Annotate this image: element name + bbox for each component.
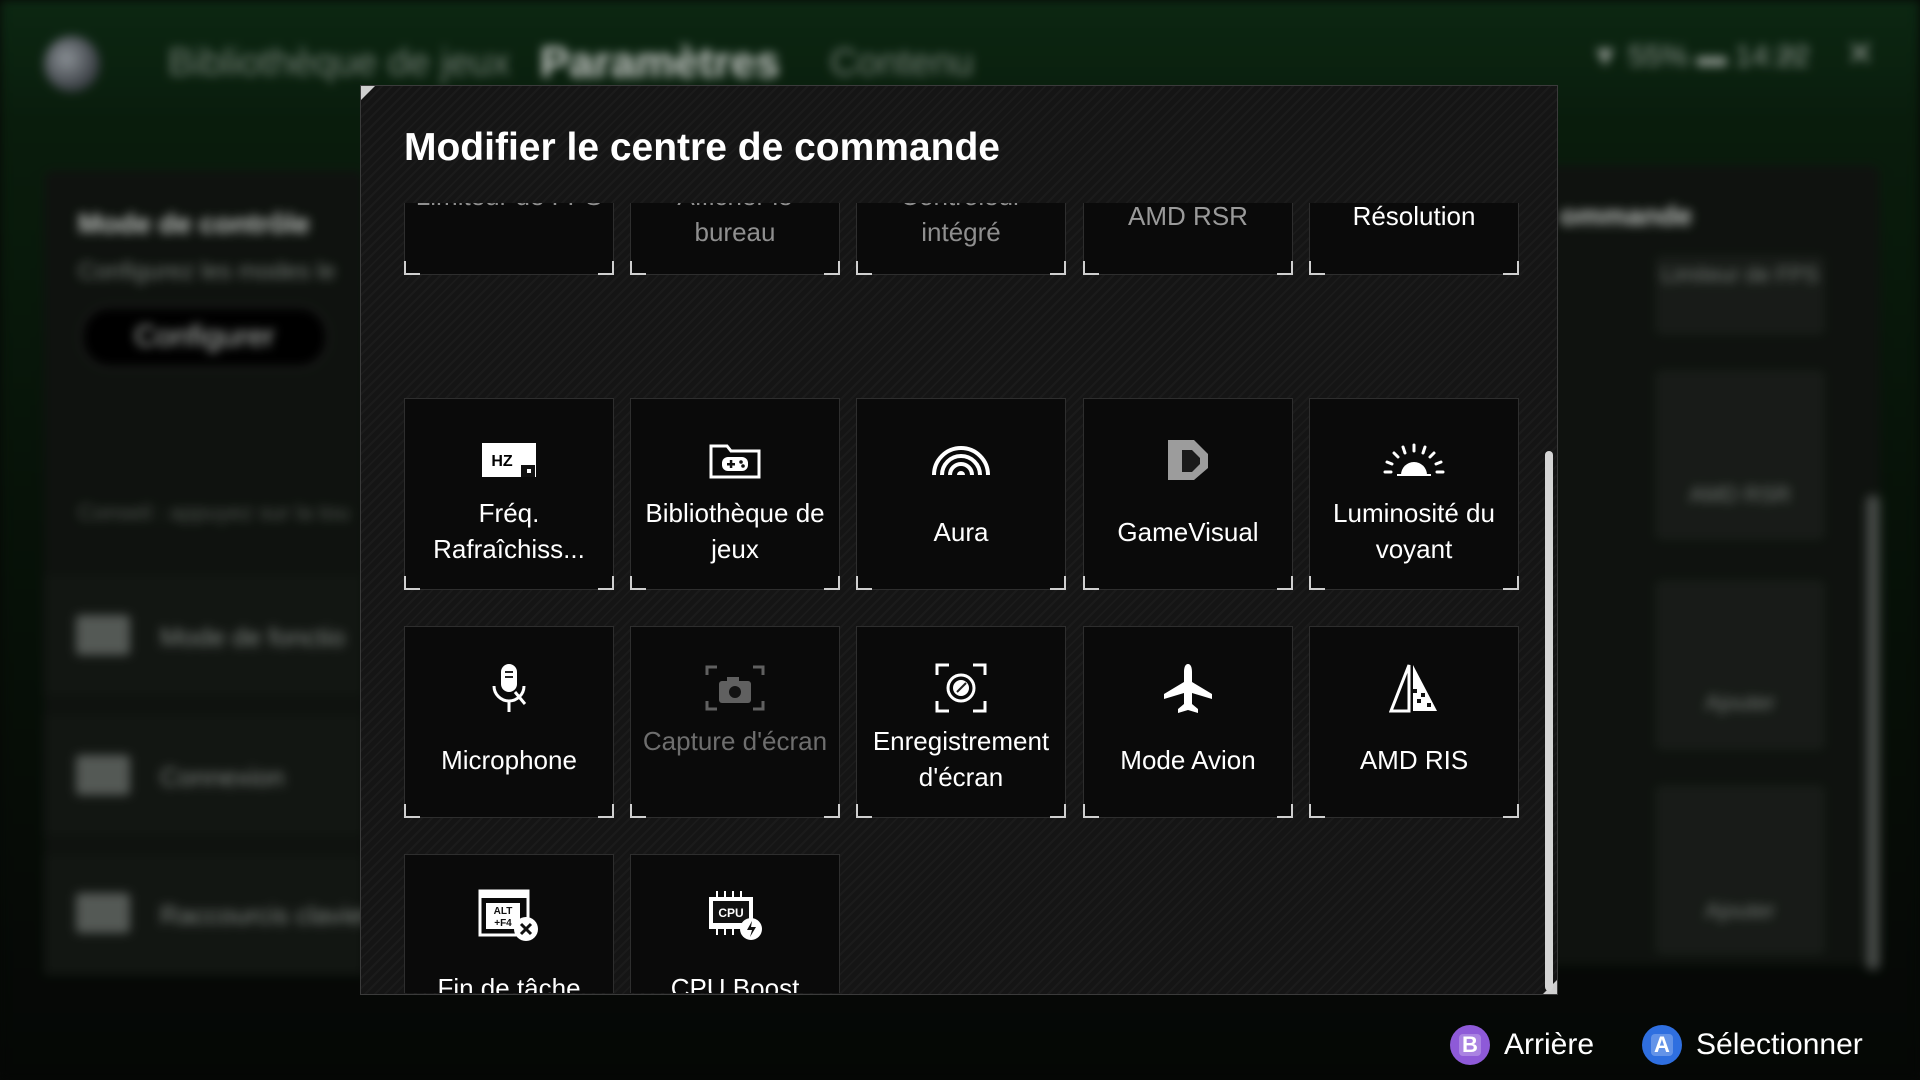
nav-content: Contenu [830,42,974,84]
edit-command-center-dialog: Modifier le centre de commande Limiteur … [360,85,1558,995]
b-button-icon: B [1450,1025,1490,1065]
tile-label: Contrôleur intégré [900,203,1021,247]
airplane-icon [1084,663,1292,713]
tile-label: Aura [933,517,989,547]
tile-airplane-mode[interactable]: Mode Avion [1083,626,1293,818]
amd-ris-icon [1310,663,1518,713]
screen-record-icon [857,663,1065,713]
right-card [1655,370,1825,540]
wifi-icon: ▼ [1590,40,1620,73]
gamevisual-icon [1084,435,1292,485]
tile-cpu-boost[interactable]: CPU CPU Boost [630,854,840,993]
dialog-scrollbar[interactable] [1545,451,1553,991]
tile-amd-ris[interactable]: AMD RIS [1309,626,1519,818]
left-row-label: Mode de fonctio [160,622,346,652]
configure-button: Configurer [80,305,329,369]
tile-label: Fréq. Rafraîchiss... [433,498,585,564]
back-label: Arrière [1504,1028,1595,1061]
svg-text:HZ: HZ [491,453,513,470]
dialog-corner-accent [361,86,375,100]
connection-icon [76,755,130,795]
keyboard-icon [76,893,130,933]
right-card-label: AMD RSR [1689,482,1791,507]
screenshot-icon [631,663,839,713]
light-brightness-icon [1310,435,1518,485]
tile-grid[interactable]: Limiteur de FPS Afficher le bureau Contr… [404,203,1529,993]
tile-label: Afficher le bureau [677,203,792,247]
aura-icon [857,435,1065,485]
right-card-label: Ajouter [1705,690,1775,715]
tile-label: AMD RIS [1359,745,1469,775]
tile-label: Limiteur de FPS [409,203,609,214]
minimize-icon: – [1780,34,1799,72]
svg-text:+F4: +F4 [494,918,512,929]
tile-gamevisual[interactable]: GameVisual [1083,398,1293,590]
tile-screen-record[interactable]: Enregistrement d'écran [856,626,1066,818]
nav-game-library: Bibliothèque de jeux [168,42,511,84]
tile-light-brightness[interactable]: Luminosité du voyant [1309,398,1519,590]
tile-resolution[interactable]: Résolution [1309,203,1519,275]
tile-label: Bibliothèque de jeux [645,498,825,564]
left-panel-subtitle: Configurez les modes le [78,258,336,285]
cpu-boost-icon: CPU [631,891,839,941]
tile-amd-rsr[interactable]: AMD RSR [1083,203,1293,275]
tile-screenshot[interactable]: Capture d'écran [630,626,840,818]
right-panel-title: ommande [1560,200,1693,231]
tile-integrated-controller[interactable]: Contrôleur intégré [856,203,1066,275]
tile-label: GameVisual [1117,517,1259,547]
a-key-glyph: A [1651,1034,1673,1056]
left-panel [44,170,364,970]
left-panel-hint: Conseil : appuyez sur la tou [78,500,350,525]
right-card-label: Ajouter [1705,898,1775,923]
mode-icon [76,615,130,655]
b-key-glyph: B [1459,1034,1481,1056]
select-button[interactable]: A Sélectionner [1642,1023,1863,1067]
nav-settings: Paramètres [540,38,780,87]
battery-percent: 55% [1628,40,1689,73]
tile-label: Microphone [441,745,577,775]
tile-fps-limiter[interactable]: Limiteur de FPS [404,203,614,275]
dialog-title: Modifier le centre de commande [404,126,1000,169]
svg-text:CPU: CPU [718,906,743,920]
tile-label: Enregistrement d'écran [872,726,1050,792]
app-logo [44,36,100,92]
tile-label: AMD RSR [1128,203,1248,231]
tile-label: Mode Avion [1120,745,1256,775]
left-row-label: Raccourcis clavier [160,900,371,930]
select-label: Sélectionner [1696,1028,1863,1061]
tile-label: Capture d'écran [642,726,828,756]
a-button-icon: A [1642,1025,1682,1065]
refresh-rate-icon: HZ [405,435,613,485]
tile-end-task[interactable]: ALT +F4 Fin de tâche [404,854,614,993]
tile-label: Luminosité du voyant [1333,498,1495,564]
game-library-icon [631,435,839,485]
tile-show-desktop[interactable]: Afficher le bureau [630,203,840,275]
tile-game-library[interactable]: Bibliothèque de jeux [630,398,840,590]
left-row-label: Connexion [160,762,285,792]
right-card [1655,785,1825,955]
tile-label: Résolution [1352,203,1476,231]
svg-text:ALT: ALT [494,906,513,917]
tile-aura[interactable]: Aura [856,398,1066,590]
battery-icon: ▬ [1696,40,1727,73]
background-scrollbar [1866,495,1880,970]
right-card [1655,580,1825,750]
tile-label: Fin de tâche [437,973,581,993]
close-icon: ✕ [1846,35,1875,73]
end-task-icon: ALT +F4 [405,889,613,941]
tile-label: CPU Boost [670,973,800,993]
tile-refresh-rate[interactable]: HZ Fréq. Rafraîchiss... [404,398,614,590]
tile-microphone[interactable]: Microphone [404,626,614,818]
status-bar: ▼ 55% ▬ 14:22 [1590,40,1810,74]
microphone-icon [405,663,613,713]
right-card-label: Limiteur de FPS [1661,262,1819,287]
back-button[interactable]: B Arrière [1450,1023,1594,1067]
left-panel-title: Mode de contrôle [78,208,310,239]
